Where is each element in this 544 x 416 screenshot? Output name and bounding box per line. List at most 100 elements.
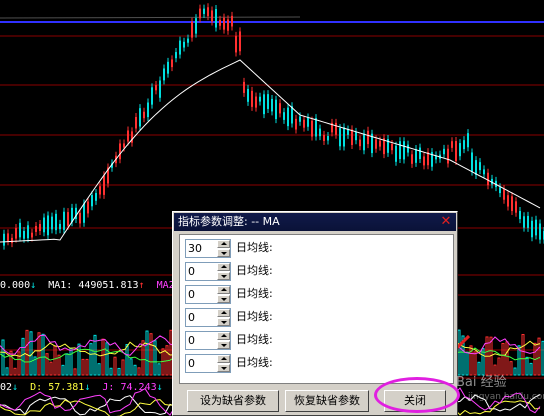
candle-body — [275, 99, 277, 120]
volume-bar — [5, 367, 9, 376]
candle-body — [199, 8, 201, 19]
candle-body — [11, 237, 13, 244]
candle-body — [531, 220, 533, 238]
candle-body — [99, 186, 101, 195]
kdj-readout: 02↓, D: 57.381↓, J: 74.243↓ — [0, 382, 163, 393]
candle-body — [515, 201, 517, 213]
candle-body — [407, 144, 409, 153]
volume-bar — [61, 364, 65, 376]
candle-body — [455, 141, 457, 161]
candle-body — [263, 94, 265, 115]
volume-bar — [85, 358, 89, 376]
ma-readout: 0.000↓, MA1: 449051.813↑, MA2 — [0, 280, 175, 291]
param-input-5[interactable] — [188, 333, 216, 348]
volume-bar — [73, 368, 77, 376]
param-input-4[interactable] — [188, 310, 216, 325]
candle-body — [363, 133, 365, 151]
candle-body — [135, 116, 137, 129]
candle-body — [203, 8, 205, 14]
candle-body — [271, 98, 273, 112]
watermark-text: Bai 经验 — [456, 375, 507, 390]
candle-body — [43, 217, 45, 233]
spin-up-button-1[interactable] — [217, 240, 230, 248]
candle-body — [359, 139, 361, 147]
param-spinbox-5[interactable] — [185, 331, 231, 350]
j-label: J: — [102, 382, 115, 393]
spin-down-button-5[interactable] — [217, 341, 230, 349]
candle-body — [351, 129, 353, 145]
close-icon[interactable]: ✕ — [439, 215, 453, 229]
param-input-3[interactable] — [188, 287, 216, 302]
candle-body — [367, 130, 369, 145]
candle-body — [19, 222, 21, 238]
candle-body — [255, 96, 257, 108]
volume-bar — [145, 330, 149, 376]
param-spinbox-4[interactable] — [185, 308, 231, 327]
restore-default-button[interactable]: 恢复缺省参数 — [285, 390, 369, 412]
candle-body — [139, 108, 141, 127]
param-spinbox-1[interactable] — [185, 239, 231, 258]
spin-up-button-2[interactable] — [217, 263, 230, 271]
candle-body — [527, 215, 529, 228]
candle-body — [467, 133, 469, 148]
param-row-4: 日均线: — [185, 308, 445, 327]
dialog-titlebar[interactable]: 指标参数调整: -- MA ✕ — [174, 213, 456, 231]
set-default-button[interactable]: 设为缺省参数 — [187, 390, 279, 412]
spin-up-button-6[interactable] — [217, 355, 230, 363]
watermark-subtext: jingyan.baidu.com — [468, 392, 544, 402]
spin-up-button-4[interactable] — [217, 309, 230, 317]
candle-body — [443, 148, 445, 155]
spin-down-button-2[interactable] — [217, 272, 230, 280]
candle-body — [3, 233, 5, 246]
candle-body — [315, 118, 317, 137]
candle-body — [287, 107, 289, 127]
candle-body — [539, 223, 541, 240]
candle-body — [507, 195, 509, 207]
candle-body — [391, 143, 393, 151]
candle-body — [163, 68, 165, 81]
spin-up-button-5[interactable] — [217, 332, 230, 340]
candle-body — [171, 59, 173, 68]
candle-body — [463, 140, 465, 150]
spin-down-button-3[interactable] — [217, 295, 230, 303]
param-spinbox-6[interactable] — [185, 354, 231, 373]
volume-bar — [69, 347, 73, 376]
j-value: 74.243 — [120, 382, 157, 393]
candle-body — [207, 7, 209, 17]
params-panel: 日均线: 日均线: 日均线: 日均线: — [179, 234, 454, 384]
spin-down-button-1[interactable] — [217, 249, 230, 257]
param-spinbox-2[interactable] — [185, 262, 231, 281]
candle-body — [239, 31, 241, 52]
candle-body — [347, 129, 349, 135]
param-input-1[interactable] — [188, 241, 216, 256]
volume-bar — [157, 363, 161, 376]
candle-body — [283, 112, 285, 120]
candle-body — [167, 61, 169, 74]
candle-body — [15, 228, 17, 239]
volume-bar — [525, 356, 529, 376]
spin-up-button-3[interactable] — [217, 286, 230, 294]
param-input-6[interactable] — [188, 356, 216, 371]
candle-body — [423, 156, 425, 166]
candle-body — [335, 122, 337, 135]
param-label-5: 日均线: — [236, 333, 273, 346]
candle-body — [155, 85, 157, 91]
param-row-6: 日均线: — [185, 354, 445, 373]
candle-body — [339, 128, 341, 147]
volume-bar — [513, 367, 517, 376]
param-spinbox-3[interactable] — [185, 285, 231, 304]
spin-down-button-4[interactable] — [217, 318, 230, 326]
candle-body — [211, 10, 213, 22]
ma1-value: 449051.813 — [78, 280, 139, 291]
k-partial: 02 — [0, 382, 13, 393]
candle-body — [379, 140, 381, 147]
volume-bar — [133, 364, 137, 376]
candle-body — [259, 96, 261, 102]
candle-body — [299, 116, 301, 122]
candle-body — [127, 130, 129, 142]
volume-bar — [101, 338, 105, 376]
spin-down-button-6[interactable] — [217, 364, 230, 372]
grid-line — [0, 16, 301, 19]
volume-bar — [149, 333, 153, 376]
param-input-2[interactable] — [188, 264, 216, 279]
